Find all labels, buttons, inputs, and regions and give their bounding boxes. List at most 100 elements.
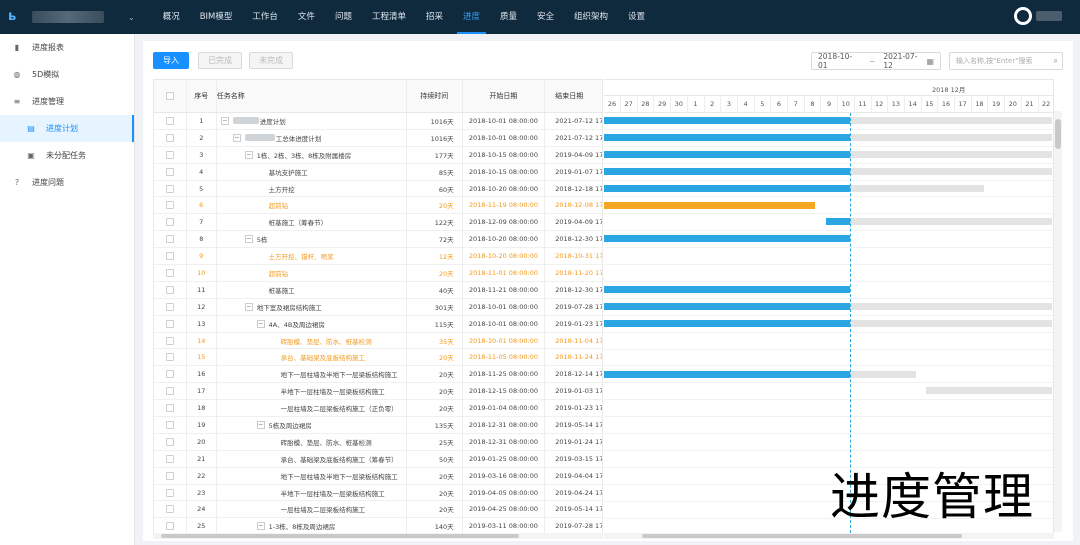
- table-row[interactable]: 21 承台、基础梁及底板结构施工（筹春节） 50天 2019-01-25 08:00:…: [154, 450, 602, 468]
- nav-item[interactable]: 问题: [325, 0, 362, 34]
- gantt-bar-rest[interactable]: [850, 218, 1052, 226]
- row-checkbox[interactable]: [165, 505, 174, 514]
- table-row[interactable]: 11 桩基施工 40天 2018-11-21 08:00:00 2018-12-30 1…: [154, 281, 602, 299]
- gantt-bar-rest[interactable]: [850, 319, 1052, 327]
- row-checkbox[interactable]: [165, 353, 174, 362]
- row-checkbox[interactable]: [165, 522, 174, 531]
- table-row[interactable]: 13−4A、4B及周边裙房 115天 2018-10-01 08:00:00 2019…: [154, 315, 602, 333]
- row-checkbox[interactable]: [165, 370, 174, 379]
- gantt-bar-done[interactable]: [604, 319, 850, 327]
- collapse-toggle-icon[interactable]: −: [244, 302, 253, 311]
- gantt-bar-rest[interactable]: [850, 150, 1052, 158]
- collapse-toggle-icon[interactable]: −: [244, 235, 253, 244]
- search-input[interactable]: 输入名称,按"Enter"搜索 ⌕: [949, 52, 1063, 70]
- import-button[interactable]: 导入: [153, 52, 189, 69]
- sidebar-item[interactable]: ◍ 5D模拟: [0, 61, 134, 88]
- row-checkbox[interactable]: [165, 201, 174, 210]
- row-checkbox[interactable]: [165, 488, 174, 497]
- row-checkbox[interactable]: [165, 184, 174, 193]
- gantt-bar-done[interactable]: [604, 302, 850, 310]
- collapse-toggle-icon[interactable]: −: [232, 133, 241, 142]
- collapse-toggle-icon[interactable]: −: [256, 319, 265, 328]
- table-row[interactable]: 16 地下一层柱墙及半地下一层梁板结构施工 20天 2018-11-25 08:00:…: [154, 366, 602, 384]
- nav-item[interactable]: 招采: [416, 0, 453, 34]
- table-row[interactable]: 19−5栋及周边裙房 135天 2018-12-31 08:00:00 2019-05…: [154, 417, 602, 434]
- gantt-scroll-thumb[interactable]: [642, 534, 962, 538]
- row-checkbox[interactable]: [165, 133, 174, 142]
- gantt-bar-rest[interactable]: [850, 184, 984, 192]
- nav-item[interactable]: 设置: [618, 0, 655, 34]
- gantt-bar-rest[interactable]: [850, 167, 1052, 175]
- nav-item[interactable]: 文件: [288, 0, 325, 34]
- gantt-bar-done[interactable]: [604, 167, 850, 175]
- table-row[interactable]: 17 半地下一层柱墙及一层梁板结构施工 20天 2018-12-15 08:00:00…: [154, 383, 602, 401]
- row-checkbox[interactable]: [165, 336, 174, 345]
- table-row[interactable]: 2 − 工总体进度计划 1016天 2018-10-01 08:00:00 2021-07…: [154, 129, 602, 147]
- nav-item[interactable]: 组织架构: [564, 0, 618, 34]
- table-row[interactable]: 25−1-3栋、8栋及周边裙房 140天 2019-03-11 08:00:00 20…: [154, 518, 602, 533]
- table-row[interactable]: 6 超前钻 20天 2018-11-19 08:00:00 2018-12-08 17: [154, 197, 602, 215]
- row-checkbox[interactable]: [165, 302, 174, 311]
- table-row[interactable]: 14 砖胎模、垫层、防水、桩基检测 35天 2018-10-01 08:00:00 20…: [154, 332, 602, 350]
- user-menu[interactable]: [1014, 7, 1062, 25]
- vertical-scrollbar[interactable]: [1054, 111, 1062, 532]
- sidebar-item[interactable]: ▣ 未分配任务: [0, 142, 134, 169]
- project-name-blurred[interactable]: [32, 11, 104, 23]
- table-row[interactable]: 22 地下一层柱墙及半地下一层梁板结构施工 20天 2019-03-16 08:00:…: [154, 467, 602, 485]
- row-checkbox[interactable]: [165, 387, 174, 396]
- date-range-picker[interactable]: 2018-10-01 ~ 2021-07-12 ▦: [811, 52, 941, 70]
- user-name-blurred[interactable]: [1036, 11, 1062, 21]
- table-row[interactable]: 8−5栋 72天 2018-10-20 08:00:00 2018-12-30 17: [154, 231, 602, 249]
- grid-scroll-thumb[interactable]: [161, 534, 519, 538]
- table-row[interactable]: 3−1栋、2栋、3栋、8栋及附属楼房 177天 2018-10-15 08:00:0…: [154, 146, 602, 164]
- table-row[interactable]: 5 土方开挖 60天 2018-10-20 08:00:00 2018-12-18 17: [154, 180, 602, 198]
- table-row[interactable]: 24 一层柱墙及二层梁板结构施工 20天 2019-04-25 08:00:00 201…: [154, 501, 602, 519]
- row-checkbox[interactable]: [165, 420, 174, 429]
- sidebar-item[interactable]: ▤ 进度计划: [0, 115, 134, 142]
- row-checkbox[interactable]: [165, 167, 174, 176]
- select-all-checkbox[interactable]: [165, 92, 174, 100]
- nav-item[interactable]: 安全: [527, 0, 564, 34]
- table-row[interactable]: 12− 地下室及裙房结构施工 301天 2018-10-01 08:00:00 2019…: [154, 298, 602, 316]
- app-logo-icon[interactable]: ь: [8, 9, 24, 25]
- gantt-bar-done[interactable]: [604, 133, 850, 141]
- row-checkbox[interactable]: [165, 285, 174, 294]
- row-checkbox[interactable]: [165, 454, 174, 463]
- gantt-horizontal-scrollbar[interactable]: [604, 533, 1054, 539]
- vertical-scroll-thumb[interactable]: [1055, 119, 1061, 149]
- table-row[interactable]: 4 基坑支护施工 85天 2018-10-15 08:00:00 2019-01-07 …: [154, 163, 602, 181]
- row-checkbox[interactable]: [165, 437, 174, 446]
- collapse-toggle-icon[interactable]: −: [220, 116, 229, 125]
- row-checkbox[interactable]: [165, 404, 174, 413]
- nav-item[interactable]: 概况: [153, 0, 190, 34]
- table-row[interactable]: 7 桩基施工（筹春节） 122天 2018-12-09 08:00:00 2019-04…: [154, 214, 602, 232]
- table-row[interactable]: 1− 进度计划 1016天 2018-10-01 08:00:00 2021-07-12…: [154, 113, 602, 130]
- nav-item[interactable]: 工程清单: [362, 0, 416, 34]
- gantt-bar-rest[interactable]: [926, 387, 1052, 395]
- gantt-bar-rest[interactable]: [850, 117, 1052, 124]
- gantt-bar-done[interactable]: [604, 117, 850, 124]
- collapse-toggle-icon[interactable]: −: [244, 150, 253, 159]
- gantt-bar-late[interactable]: [604, 201, 815, 209]
- sidebar-item[interactable]: ? 进度问题: [0, 169, 134, 196]
- table-row[interactable]: 20 砖胎模、垫层、防水、桩基检测 25天 2018-12-31 08:00:00 20…: [154, 433, 602, 451]
- collapse-toggle-icon[interactable]: −: [256, 522, 265, 531]
- nav-item[interactable]: 进度: [453, 0, 490, 34]
- gantt-bar-done[interactable]: [604, 286, 850, 293]
- row-checkbox[interactable]: [165, 150, 174, 159]
- row-checkbox[interactable]: [165, 252, 174, 261]
- gantt-bar-done[interactable]: [826, 218, 850, 226]
- uncompleted-button[interactable]: 未完成: [249, 52, 293, 69]
- table-row[interactable]: 9 土方开挖、锚杆、喷浆 12天 2018-10-20 08:00:00 2018-10…: [154, 248, 602, 266]
- row-checkbox[interactable]: [165, 218, 174, 227]
- search-icon[interactable]: ⌕: [1054, 53, 1058, 69]
- nav-item[interactable]: BIM模型: [190, 0, 243, 34]
- grid-horizontal-scrollbar[interactable]: [153, 533, 603, 539]
- nav-item[interactable]: 工作台: [242, 0, 288, 34]
- row-checkbox[interactable]: [165, 471, 174, 480]
- table-row[interactable]: 15 承台、基础梁及底板结构施工 20天 2018-11-05 08:00:00 201…: [154, 349, 602, 367]
- collapse-toggle-icon[interactable]: −: [256, 420, 265, 429]
- table-row[interactable]: 18 一层柱墙及二层梁板结构施工（正负零） 20天 2019-01-04 08:00:…: [154, 400, 602, 418]
- gantt-bar-rest[interactable]: [850, 133, 1052, 141]
- gantt-bar-rest[interactable]: [850, 370, 916, 378]
